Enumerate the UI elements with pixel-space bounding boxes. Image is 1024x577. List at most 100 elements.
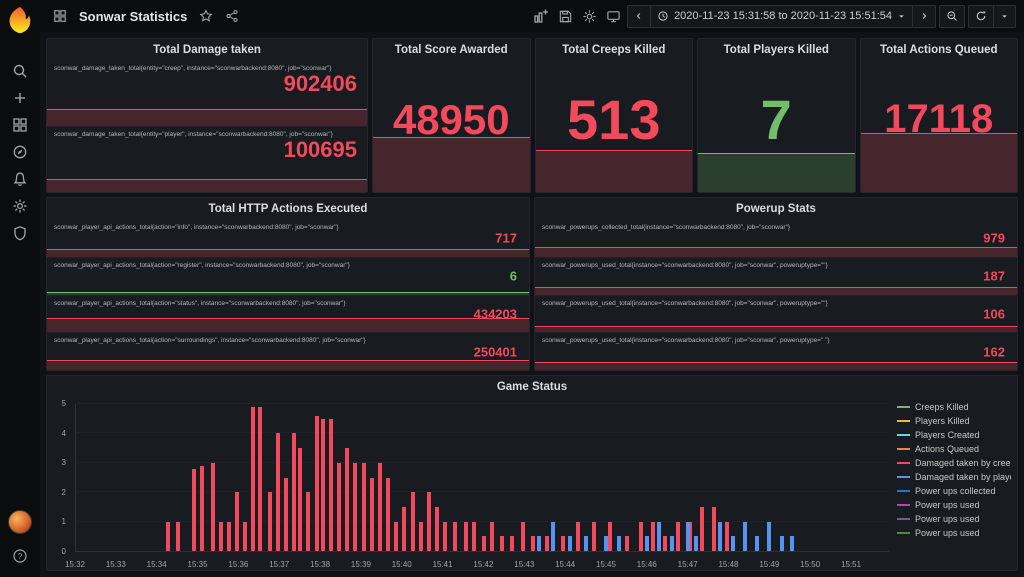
grafana-app: ? Sonwar Statistics (0, 0, 1024, 577)
panel-title[interactable]: Total Actions Queued (861, 39, 1018, 61)
legend-item[interactable]: Creeps Killed (897, 400, 1011, 414)
powerup-rows: sconwar_powerups_collected_total{instanc… (535, 220, 1017, 370)
time-range-label: 2020-11-23 15:31:58 to 2020-11-23 15:51:… (674, 10, 892, 22)
chart-bar (561, 536, 565, 551)
cycle-view-mode-button[interactable] (603, 7, 624, 26)
time-shift-back-button[interactable] (627, 5, 651, 28)
save-icon (558, 9, 573, 24)
metric-value: 7 (698, 61, 855, 178)
sidebar-item-server-admin[interactable] (0, 219, 40, 246)
chart-bar (617, 536, 621, 551)
x-tick-label: 15:37 (269, 560, 289, 569)
sidebar-item-explore[interactable] (0, 138, 40, 165)
sidebar-item-dashboards[interactable] (0, 111, 40, 138)
zoom-out-time-button[interactable] (939, 5, 965, 28)
bell-icon (12, 171, 28, 187)
metric-value: 979 (983, 231, 1005, 246)
panel-title[interactable]: Total HTTP Actions Executed (47, 198, 529, 220)
legend-item[interactable]: Actions Queued (897, 442, 1011, 456)
user-avatar[interactable] (8, 510, 32, 534)
chart-bar (500, 536, 504, 551)
legend-series-color (897, 532, 910, 534)
chart-bar (725, 522, 729, 551)
x-tick-label: 15:47 (678, 560, 698, 569)
legend-item[interactable]: Players Killed (897, 414, 1011, 428)
help-circle-icon: ? (12, 548, 28, 564)
legend-item[interactable]: Players Created (897, 428, 1011, 442)
topbar-controls: 2020-11-23 15:31:58 to 2020-11-23 15:51:… (530, 5, 1016, 28)
chart-bar (639, 522, 643, 551)
chart-bar (537, 536, 541, 551)
chart-bar (378, 463, 382, 551)
chart-bar (453, 522, 457, 551)
chart-bar (258, 407, 262, 551)
time-range-picker[interactable]: 2020-11-23 15:31:58 to 2020-11-23 15:51:… (651, 5, 913, 28)
x-tick-label: 15:34 (147, 560, 167, 569)
metric-value: 100695 (284, 137, 357, 163)
legend-series-color (897, 434, 910, 436)
chart-bar (700, 507, 704, 551)
panel-total-players-killed: Total Players Killed 7 (697, 38, 856, 193)
stats-row: Total Damage taken sconwar_damage_taken_… (46, 38, 1018, 193)
metric-label: sconwar_powerups_used_total{instance="sc… (535, 258, 1017, 269)
chart-bar (645, 536, 649, 551)
chevron-right-icon (919, 11, 929, 21)
dashboard-nav-icon[interactable] (50, 7, 70, 25)
time-shift-forward-button[interactable] (913, 5, 936, 28)
plus-icon (12, 90, 28, 106)
sparkline-area (47, 360, 529, 370)
page-title: Sonwar Statistics (79, 9, 187, 24)
chart-bar (584, 536, 588, 551)
sparkline-area (535, 362, 1017, 370)
sidebar-item-alerting[interactable] (0, 165, 40, 192)
panel-title[interactable]: Total Damage taken (47, 39, 367, 61)
refresh-interval-picker[interactable] (994, 5, 1016, 28)
chart-bar (731, 536, 735, 551)
monitor-icon (606, 9, 621, 24)
legend-item[interactable]: Power ups used (897, 512, 1011, 526)
chart-bar (670, 536, 674, 551)
add-panel-button[interactable] (530, 6, 552, 26)
grafana-logo-icon[interactable] (5, 5, 35, 35)
legend-item[interactable]: Power ups used (897, 526, 1011, 540)
y-tick-label: 4 (62, 429, 66, 438)
chart-bar (329, 419, 333, 551)
table-row: sconwar_powerups_collected_total{instanc… (535, 220, 1017, 258)
panel-title[interactable]: Powerup Stats (535, 198, 1017, 220)
chart-bar (243, 522, 247, 551)
legend-series-color (897, 462, 910, 464)
chart-bar (276, 433, 280, 551)
save-dashboard-button[interactable] (555, 7, 576, 26)
chart-bar (568, 536, 572, 551)
refresh-dashboard-button[interactable] (968, 5, 994, 28)
sidebar-item-search[interactable] (0, 57, 40, 84)
table-row: sconwar_powerups_used_total{instance="sc… (535, 333, 1017, 370)
legend-item[interactable]: Damaged taken by creep (897, 456, 1011, 470)
sidebar-item-create[interactable] (0, 84, 40, 111)
sidebar-item-help[interactable]: ? (0, 542, 40, 569)
x-tick-label: 15:40 (392, 560, 412, 569)
panel-title[interactable]: Game Status (47, 376, 1017, 398)
sparkline-area (47, 318, 529, 332)
damage-stats: sconwar_damage_taken_total{entity="creep… (47, 61, 367, 192)
sidebar-item-configuration[interactable] (0, 192, 40, 219)
chart-bar (200, 466, 204, 551)
panel-title[interactable]: Total Players Killed (698, 39, 855, 61)
panel-title[interactable]: Total Creeps Killed (536, 39, 693, 61)
legend-item[interactable]: Power ups collected (897, 484, 1011, 498)
table-row: sconwar_player_api_actions_total{action=… (47, 296, 529, 334)
x-tick-label: 15:43 (514, 560, 534, 569)
panel-title[interactable]: Total Score Awarded (373, 39, 530, 61)
x-axis: 15:3215:3315:3415:3515:3615:3715:3815:39… (75, 555, 889, 569)
sparkline-area (535, 326, 1017, 332)
x-tick-label: 15:44 (555, 560, 575, 569)
legend-item[interactable]: Damaged taken by player (897, 470, 1011, 484)
star-dashboard-button[interactable] (196, 7, 216, 25)
x-tick-label: 15:45 (596, 560, 616, 569)
legend-item[interactable]: Power ups used (897, 498, 1011, 512)
dashboard-settings-button[interactable] (579, 7, 600, 26)
share-dashboard-button[interactable] (222, 7, 242, 25)
chart-bar (419, 522, 423, 551)
chart-bar (284, 478, 288, 552)
chart-bar (676, 522, 680, 551)
